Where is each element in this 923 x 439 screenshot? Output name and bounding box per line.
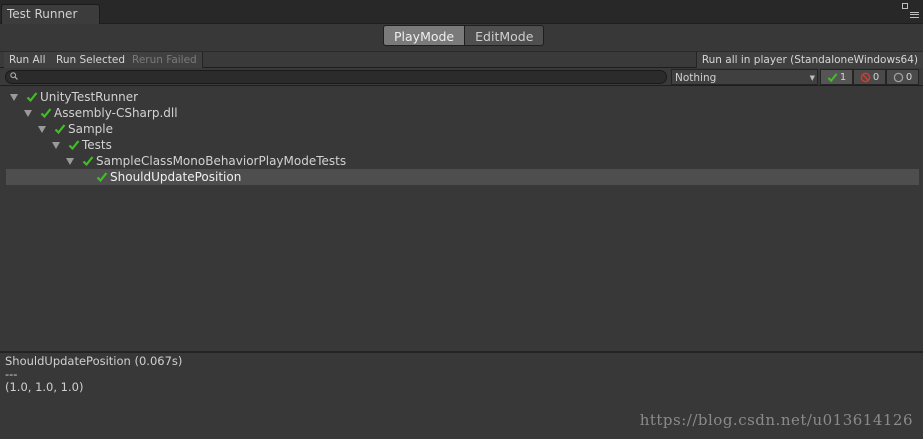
- tree-item-label: SampleClassMonoBehaviorPlayModeTests: [96, 154, 347, 168]
- skipped-filter-toggle[interactable]: 0: [886, 69, 919, 85]
- tab-title: Test Runner: [7, 7, 78, 21]
- failed-filter-toggle[interactable]: 0: [853, 69, 886, 85]
- filter-bar: Nothing ▼ 1 0 0: [0, 68, 923, 86]
- run-all-in-player-button[interactable]: Run all in player (StandaloneWindows64): [695, 52, 923, 68]
- skipped-icon: [893, 72, 904, 82]
- passed-check-icon: [96, 172, 108, 183]
- toolbar: Run All Run Selected Rerun Failed Run al…: [0, 51, 923, 68]
- details-output: (1.0, 1.0, 1.0): [5, 380, 84, 394]
- passed-check-icon: [54, 124, 66, 135]
- failed-count: 0: [872, 71, 880, 83]
- watermark: https://blog.csdn.net/u013614126: [639, 411, 913, 429]
- window-menu-icon[interactable]: [910, 12, 919, 18]
- details-separator: ---: [5, 367, 18, 381]
- run-all-button[interactable]: Run All: [4, 52, 52, 68]
- passed-check-icon: [827, 72, 838, 82]
- tree-item-label: Tests: [82, 138, 112, 152]
- dropdown-arrow-icon: ▼: [809, 74, 815, 82]
- category-dropdown[interactable]: Nothing ▼: [671, 69, 818, 85]
- tree-item-label: UnityTestRunner: [40, 90, 139, 104]
- tree-item[interactable]: SampleClassMonoBehaviorPlayModeTests: [0, 153, 923, 169]
- run-selected-button[interactable]: Run Selected: [51, 52, 131, 68]
- maximize-icon[interactable]: [902, 3, 908, 9]
- mode-toggle: PlayMode EditMode: [383, 25, 545, 46]
- details-test-name: ShouldUpdatePosition (0.067s): [5, 354, 183, 368]
- tree-item[interactable]: UnityTestRunner: [0, 89, 923, 105]
- tree-item[interactable]: Assembly-CSharp.dll: [0, 105, 923, 121]
- playmode-tab[interactable]: PlayMode: [383, 25, 466, 46]
- editmode-tab[interactable]: EditMode: [465, 25, 545, 46]
- category-selected: Nothing: [675, 72, 717, 84]
- passed-filter-toggle[interactable]: 1: [820, 69, 853, 85]
- failed-icon: [860, 72, 871, 82]
- expand-arrow-icon[interactable]: [24, 110, 32, 117]
- expand-arrow-icon[interactable]: [66, 158, 74, 165]
- window-controls: [899, 1, 919, 21]
- skipped-count: 0: [905, 71, 913, 83]
- tab-strip: Test Runner: [0, 0, 923, 24]
- tab-test-runner[interactable]: Test Runner: [1, 4, 100, 24]
- tree-item[interactable]: Tests: [0, 137, 923, 153]
- search-field[interactable]: [5, 70, 667, 84]
- expand-arrow-icon[interactable]: [52, 142, 60, 149]
- passed-count: 1: [839, 71, 847, 83]
- search-icon: [10, 72, 18, 80]
- tree-item-label: Assembly-CSharp.dll: [54, 106, 178, 120]
- tree-item-label: Sample: [68, 122, 113, 136]
- passed-check-icon: [40, 108, 52, 119]
- test-tree: UnityTestRunner Assembly-CSharp.dll Samp…: [0, 87, 923, 351]
- rerun-failed-button[interactable]: Rerun Failed: [127, 52, 203, 68]
- expand-arrow-icon[interactable]: [10, 94, 18, 101]
- tree-item[interactable]: Sample: [0, 121, 923, 137]
- passed-check-icon: [68, 140, 80, 151]
- expand-arrow-icon[interactable]: [38, 126, 46, 133]
- passed-check-icon: [82, 156, 94, 167]
- tree-item-label: ShouldUpdatePosition: [110, 170, 242, 184]
- tree-item-selected[interactable]: ShouldUpdatePosition: [6, 169, 919, 185]
- passed-check-icon: [26, 92, 38, 103]
